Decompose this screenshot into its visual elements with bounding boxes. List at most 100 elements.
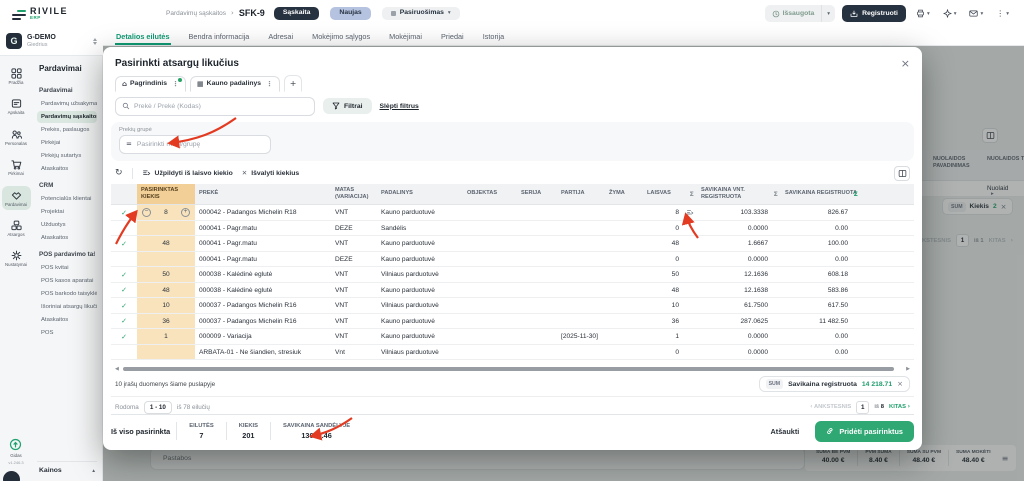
email-dropdown[interactable]: ▾ <box>966 7 986 20</box>
row-check-cell[interactable] <box>111 220 137 236</box>
sidebar-item-pirkėjai[interactable]: Pirkėjai <box>37 137 97 149</box>
column-header-preke[interactable]: PREKĖ <box>195 184 331 205</box>
sidebar-item-pardavimų-užsakymai[interactable]: Pardavimų užsakymai <box>37 98 97 110</box>
sidebar-item-pardavimų-sąskaitos[interactable]: Pardavimų sąskaitos <box>37 111 97 123</box>
qty-cell[interactable]: 50 <box>137 267 195 283</box>
corner-avatar[interactable] <box>3 471 20 481</box>
row-check-cell[interactable]: ✓ <box>111 205 137 221</box>
column-settings-button[interactable] <box>894 166 910 181</box>
sidebar-item-projektai[interactable]: Projektai <box>37 206 97 218</box>
row-check-cell[interactable]: ✓ <box>111 298 137 314</box>
rivile-logo[interactable]: RIVILE ERP <box>12 7 68 21</box>
scroll-left-icon[interactable]: ◀ <box>115 367 119 372</box>
sidebar-item-pos[interactable]: POS <box>37 327 97 339</box>
next-page-button[interactable]: KITAS <box>889 404 906 410</box>
column-header-check[interactable] <box>111 184 137 205</box>
qty-cell[interactable] <box>137 251 195 267</box>
rail-item-personalas[interactable]: Personalas <box>2 125 31 149</box>
table-row[interactable]: ✓36000037 - Padangos Michelin R16VNTKaun… <box>111 313 914 329</box>
tab-istorija[interactable]: Istorija <box>482 33 506 45</box>
fill-from-free-icon[interactable] <box>686 209 694 217</box>
qty-cell[interactable]: 1 <box>137 329 195 345</box>
sidebar-item-pirkėjų-sutartys[interactable]: Pirkėjų sutartys <box>37 150 97 162</box>
qty-cell[interactable]: 10 <box>137 298 195 314</box>
sidebar-item-ataskaitos[interactable]: Ataskaitos <box>37 314 97 326</box>
sidebar-item-ataskaitos[interactable]: Ataskaitos <box>37 163 97 175</box>
sidebar-item-prekės-paslaugos[interactable]: Prekės, paslaugos <box>37 124 97 136</box>
kebab-icon[interactable]: ⋮ <box>170 80 179 88</box>
rail-item-pirkimai[interactable]: Pirkimai <box>2 155 31 179</box>
table-row[interactable]: ARBATA-01 - Ne šiandien, stresiukVntViln… <box>111 344 914 360</box>
clear-quantities-button[interactable]: ✕ Išvalyti kiekius <box>242 169 299 177</box>
sum-icon[interactable]: Σ <box>854 190 858 198</box>
prev-page-button[interactable]: ANKSTESNIS <box>814 404 851 410</box>
column-header-sav_vnt[interactable]: SAVIKAINA VNT. REGISTRUOTAΣ <box>697 184 781 205</box>
rail-item-nustatymai[interactable]: Nustatymai <box>2 246 31 270</box>
table-row[interactable]: ✓48000038 - Kalėdinė eglutėVNTKauno pard… <box>111 282 914 298</box>
table-row[interactable]: ✓−8+000042 - Padangos Michelin R18VNTKau… <box>111 205 914 221</box>
column-header-padalinys[interactable]: PADALINYS <box>377 184 463 205</box>
row-check-cell[interactable] <box>111 251 137 267</box>
sidebar-section-kainos[interactable]: Kainos ▴ <box>37 461 97 477</box>
stock-tab-pagrindinis[interactable]: ⌂Pagrindinis⋮ <box>115 76 186 92</box>
column-header-serija[interactable]: SERIJA <box>517 184 557 205</box>
rail-item-apskaita[interactable]: Apskaita <box>2 94 31 118</box>
table-row[interactable]: ✓50000038 - Kalėdinė eglutėVNTVilniaus p… <box>111 267 914 283</box>
sidebar-item-pos-barkodo-taisyklės[interactable]: POS barkodo taisyklės <box>37 288 97 300</box>
kebab-icon[interactable]: ⋮ <box>264 80 273 88</box>
table-row[interactable]: 000041 - Pagr.matuDEZESandėlis00.00000.0… <box>111 220 914 236</box>
saskaita-button[interactable]: Sąskaita <box>274 7 320 20</box>
rail-item-atsargos[interactable]: Atsargos <box>2 216 31 240</box>
table-row[interactable]: ✓48000041 - Pagr.matuVNTKauno parduotuvė… <box>111 236 914 252</box>
column-header-partija[interactable]: PARTIJA <box>557 184 605 205</box>
sidebar-item-užduotys[interactable]: Užduotys <box>37 219 97 231</box>
group-filter-input[interactable]: = Pasirinkti medį/grupę <box>119 135 271 154</box>
sidebar-item-potencialūs-klientai[interactable]: Potencialūs klientai <box>37 193 97 205</box>
plus-stepper-button[interactable]: + <box>181 208 190 217</box>
stock-tab-kauno-padalinys[interactable]: ▦Kauno padalinys⋮ <box>190 76 280 92</box>
print-dropdown[interactable]: ▾ <box>913 7 933 20</box>
status-dropdown[interactable]: Pasiruošimas ▾ <box>382 7 460 20</box>
naujas-button[interactable]: Naujas <box>330 7 370 20</box>
sidebar-item-ataskaitos[interactable]: Ataskaitos <box>37 232 97 244</box>
guide-button[interactable]: Gidas v1.246.3 <box>8 438 23 465</box>
tab-adresai[interactable]: Adresai <box>267 33 294 45</box>
qty-cell[interactable] <box>137 344 195 360</box>
minus-stepper-button[interactable]: − <box>142 208 151 217</box>
column-header-zyma[interactable]: ŽYMA <box>605 184 643 205</box>
qty-cell[interactable]: −8+ <box>137 205 195 221</box>
row-check-cell[interactable]: ✓ <box>111 282 137 298</box>
hide-filters-link[interactable]: Slėpti filtrus <box>380 103 419 110</box>
column-header-qty[interactable]: PASIRINKTAS KIEKIS <box>137 184 195 205</box>
sum-icon[interactable]: Σ <box>690 190 694 198</box>
workspace-switcher-icon[interactable] <box>93 38 97 45</box>
page-input[interactable]: 1 <box>856 401 869 414</box>
close-icon[interactable]: × <box>897 380 903 388</box>
qty-cell[interactable] <box>137 220 195 236</box>
row-check-cell[interactable] <box>111 344 137 360</box>
tab-mokėjimo-sąlygos[interactable]: Mokėjimo sąlygos <box>311 33 371 45</box>
sidebar-item-išoriniai-atsargų-likučiai[interactable]: Išoriniai atsargų likučiai <box>37 301 97 313</box>
sidebar-item-pos-kvitai[interactable]: POS kvitai <box>37 262 97 274</box>
horizontal-scrollbar[interactable]: ◀ ▶ <box>115 366 910 372</box>
breadcrumb-parent[interactable]: Pardavimų sąskaitos <box>166 10 226 17</box>
more-dropdown[interactable]: ⋮ ▾ <box>993 8 1012 20</box>
cancel-button[interactable]: Atšaukti <box>771 427 800 436</box>
actions-dropdown[interactable]: ▾ <box>940 7 960 20</box>
qty-cell[interactable]: 36 <box>137 313 195 329</box>
tab-priedai[interactable]: Priedai <box>440 33 465 45</box>
saved-button[interactable]: Išsaugota ▾ <box>765 5 836 22</box>
qty-cell[interactable]: 48 <box>137 236 195 252</box>
row-check-cell[interactable]: ✓ <box>111 236 137 252</box>
sidebar-item-pos-kasos-aparatai[interactable]: POS kasos aparatai <box>37 275 97 287</box>
register-button[interactable]: Registruoti <box>842 5 906 22</box>
row-check-cell[interactable]: ✓ <box>111 267 137 283</box>
qty-cell[interactable]: 48 <box>137 282 195 298</box>
sum-chip[interactable]: SUM Savikaina registruota 14 218.71 × <box>759 376 910 392</box>
column-header-sav_reg[interactable]: SAVIKAINA REGISTRUOTAΣ <box>781 184 861 205</box>
table-row[interactable]: ✓10000037 - Padangos Michelin R16VNTViln… <box>111 298 914 314</box>
tab-bendra-informacija[interactable]: Bendra informacija <box>188 33 251 45</box>
row-check-cell[interactable]: ✓ <box>111 329 137 345</box>
scroll-right-icon[interactable]: ▶ <box>906 367 910 372</box>
row-check-cell[interactable]: ✓ <box>111 313 137 329</box>
